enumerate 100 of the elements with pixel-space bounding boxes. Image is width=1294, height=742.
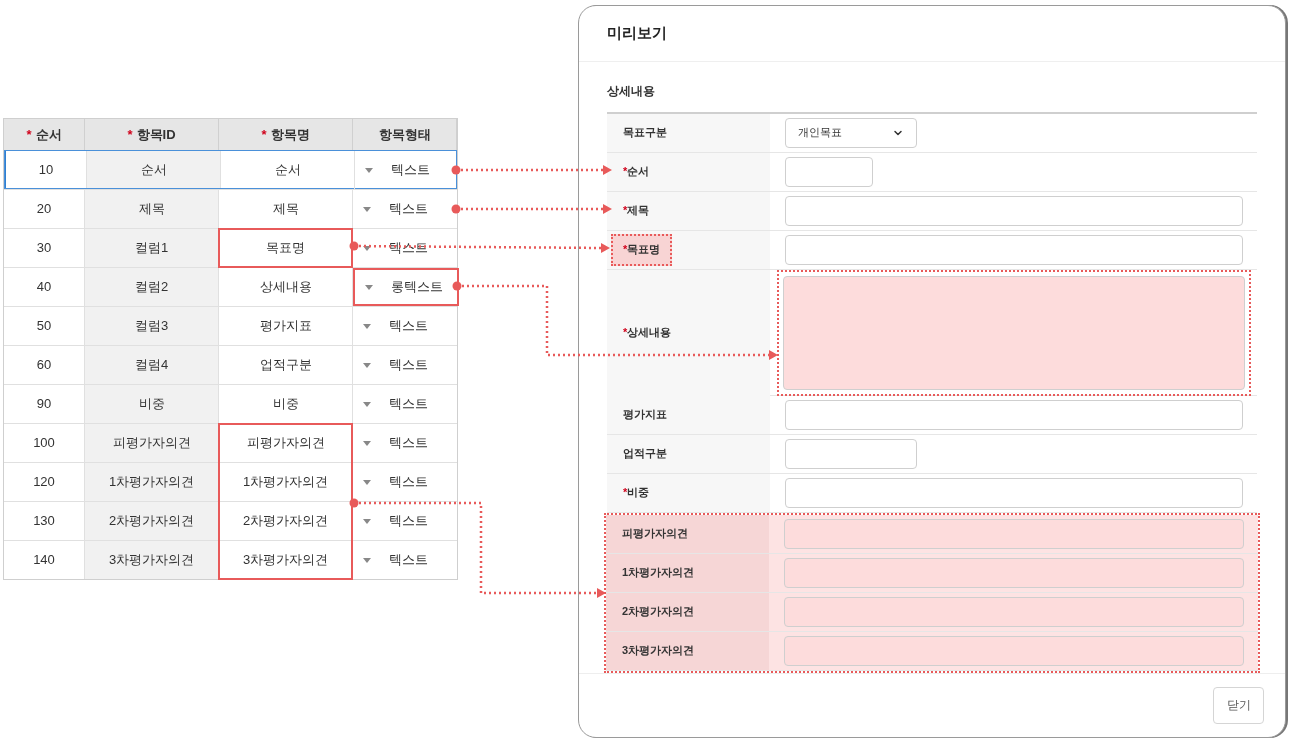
table-cell-text: 제목 — [272, 200, 299, 219]
required-mark: * — [623, 242, 628, 258]
field-label: 3차평가자의견 — [622, 643, 695, 659]
column-header: 항목명 — [270, 125, 310, 144]
table-cell-text: 3차평가자의견 — [108, 551, 195, 570]
table-cell-text: 50 — [36, 317, 52, 336]
dropdown[interactable]: 개인목표 — [785, 117, 917, 148]
table-row[interactable]: 40 컬럼2 상세내용 롱텍스트 — [4, 267, 457, 306]
table-row[interactable]: 140 3차평가자의견 3차평가자의견 텍스트 — [4, 540, 457, 579]
section-title: 상세내용 — [607, 82, 656, 100]
caret-icon — [363, 518, 371, 524]
field-label: 목표명 — [627, 242, 661, 258]
table-cell-text: 텍스트 — [389, 356, 428, 375]
table-cell-text: 140 — [33, 551, 55, 570]
field-label: 1차평가자의견 — [622, 565, 695, 581]
close-button[interactable]: 닫기 — [1213, 686, 1264, 724]
field-label: 피평가자의견 — [622, 526, 688, 542]
table-cell-text: 컬럼1 — [134, 239, 169, 258]
table-cell-text: 120 — [33, 473, 55, 492]
table-cell-text: 텍스트 — [389, 434, 428, 453]
caret-icon — [363, 362, 371, 368]
table-cell-text: 130 — [33, 512, 55, 531]
table-cell-text: 40 — [36, 278, 52, 297]
input-field[interactable] — [784, 518, 1244, 549]
required-mark: * — [26, 125, 32, 144]
table-cell-text: 10 — [38, 161, 54, 180]
table-cell-text: 컬럼2 — [134, 278, 169, 297]
table-cell-text: 90 — [36, 395, 52, 414]
caret-icon — [363, 440, 371, 446]
input-field[interactable] — [784, 596, 1244, 627]
table-cell-text: 60 — [36, 356, 52, 375]
required-mark: * — [127, 125, 133, 144]
table-cell-text: 평가지표 — [259, 317, 312, 336]
table-cell-text: 3차평가자의견 — [242, 551, 329, 570]
field-label: 업적구분 — [623, 446, 667, 462]
field-label: 비중 — [627, 485, 650, 501]
input-field[interactable] — [785, 234, 1243, 265]
table-cell-text: 업적구분 — [259, 356, 312, 375]
table-cell-text: 20 — [36, 200, 52, 219]
required-mark: * — [623, 485, 628, 501]
input-field[interactable] — [785, 438, 917, 469]
input-field[interactable] — [785, 399, 1243, 430]
table-row[interactable]: 60 컬럼4 업적구분 텍스트 — [4, 345, 457, 384]
table-cell-text: 1차평가자의견 — [242, 473, 329, 492]
table-cell-text: 컬럼3 — [134, 317, 169, 336]
caret-icon — [363, 479, 371, 485]
table-cell-text: 제목 — [138, 200, 165, 219]
table-cell-text: 텍스트 — [389, 200, 428, 219]
required-mark: * — [623, 164, 628, 180]
table-cell-text: 텍스트 — [391, 161, 430, 180]
table-cell-text: 텍스트 — [389, 317, 428, 336]
table-row[interactable]: 130 2차평가자의견 2차평가자의견 텍스트 — [4, 501, 457, 540]
table-cell-text: 텍스트 — [389, 551, 428, 570]
table-row[interactable]: 90 비중 비중 텍스트 — [4, 384, 457, 423]
column-header: 항목형태 — [378, 125, 431, 144]
table-cell-text: 텍스트 — [389, 395, 428, 414]
table-cell-text: 1차평가자의견 — [108, 473, 195, 492]
field-label: 제목 — [627, 203, 650, 219]
input-field[interactable] — [785, 195, 1243, 226]
table-cell-text: 2차평가자의견 — [242, 512, 329, 531]
caret-icon — [365, 284, 373, 290]
table-cell-text: 목표명 — [266, 239, 305, 258]
table-row[interactable]: 20 제목 제목 텍스트 — [4, 189, 457, 228]
table-cell-text: 비중 — [138, 395, 165, 414]
table-row[interactable]: 10 순서 순서 텍스트 — [4, 150, 457, 189]
table-cell-text: 30 — [36, 239, 52, 258]
table-cell-text: 100 — [33, 434, 55, 453]
table-cell-text: 텍스트 — [389, 512, 428, 531]
dialog-title: 미리보기 — [607, 23, 667, 44]
required-mark: * — [261, 125, 267, 144]
caret-icon — [365, 167, 373, 173]
field-label: 평가지표 — [623, 407, 667, 423]
caret-icon — [363, 206, 371, 212]
caret-icon — [363, 245, 371, 251]
table-cell-text: 상세내용 — [259, 278, 312, 297]
input-field[interactable] — [785, 477, 1243, 508]
input-field[interactable] — [785, 156, 873, 187]
required-mark: * — [623, 203, 628, 219]
caret-icon — [363, 557, 371, 563]
table-cell-text: 2차평가자의견 — [108, 512, 195, 531]
input-field[interactable] — [784, 635, 1244, 666]
column-header: 순서 — [35, 125, 62, 144]
field-label: 목표구분 — [623, 125, 667, 141]
table-cell-text: 피평가자의견 — [246, 434, 325, 453]
table-cell-text: 순서 — [274, 161, 301, 180]
field-label: 상세내용 — [627, 325, 672, 341]
field-label: 2차평가자의견 — [622, 604, 695, 620]
table-cell-text: 비중 — [272, 395, 299, 414]
table-cell-text: 순서 — [140, 161, 167, 180]
input-field[interactable] — [784, 557, 1244, 588]
caret-icon — [363, 401, 371, 407]
table-cell-text: 텍스트 — [389, 473, 428, 492]
column-header: 항목ID — [136, 125, 176, 144]
table-cell-text: 피평가자의견 — [112, 434, 191, 453]
table-row[interactable]: 100 피평가자의견 피평가자의견 텍스트 — [4, 423, 457, 462]
table-cell-text: 롱텍스트 — [391, 278, 443, 297]
table-cell-text: 컬럼4 — [134, 356, 169, 375]
caret-icon — [363, 323, 371, 329]
table-row[interactable]: 120 1차평가자의견 1차평가자의견 텍스트 — [4, 462, 457, 501]
table-row[interactable]: 50 컬럼3 평가지표 텍스트 — [4, 306, 457, 345]
